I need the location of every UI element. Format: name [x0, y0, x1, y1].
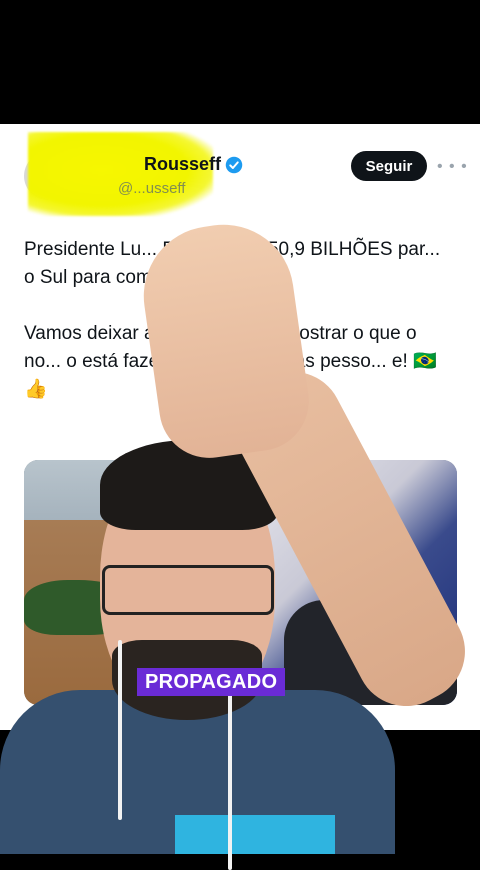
user-handle: @...usseff: [118, 180, 186, 197]
shirt-print: [175, 815, 335, 854]
presenter-glasses: [102, 565, 274, 615]
earphone-cable-left: [118, 640, 122, 820]
verified-badge-icon: [225, 156, 243, 174]
follow-button[interactable]: Seguir: [351, 151, 427, 181]
top-black-bar: [0, 0, 480, 124]
video-caption: PROPAGADO: [137, 668, 286, 696]
display-name[interactable]: Rousseff: [144, 154, 221, 175]
earphone-cable-right: [228, 690, 232, 870]
more-options-icon[interactable]: • • •: [437, 158, 468, 176]
